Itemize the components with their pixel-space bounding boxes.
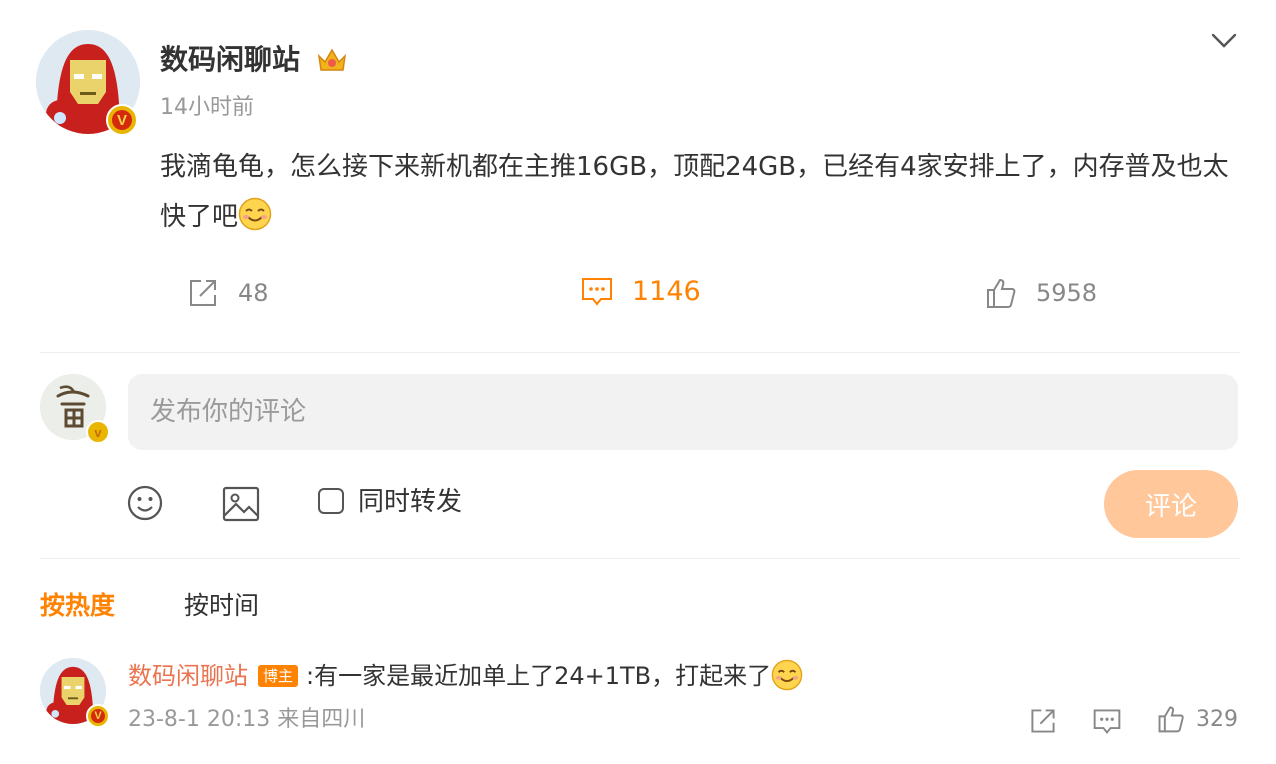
repost-icon <box>1031 709 1055 733</box>
tab-sort-time[interactable]: 按时间 <box>184 586 259 626</box>
post-text: 我滴龟龟，怎么接下来新机都在主推16GB，顶配24GB，已经有4家安排上了，内存… <box>160 152 1229 232</box>
comment-icon <box>582 278 612 306</box>
comment-author-name[interactable]: 数码闲聊站 <box>128 662 248 690</box>
comment-meta: 23-8-1 20:13 来自四川 <box>128 707 366 732</box>
post-author-name[interactable]: 数码闲聊站 <box>160 40 300 80</box>
like-icon <box>987 278 1016 308</box>
verified-v-badge: v <box>86 420 110 444</box>
post-content: 我滴龟龟，怎么接下来新机都在主推16GB，顶配24GB，已经有4家安排上了，内存… <box>160 142 1240 242</box>
like-icon <box>1158 706 1184 733</box>
image-icon <box>222 486 260 522</box>
repost-count: 48 <box>238 279 269 307</box>
comment-body: 数码闲聊站 博主 :有一家是最近加单上了24+1TB，打起来了 <box>128 656 803 696</box>
verified-v-badge: V <box>106 104 138 136</box>
comment-icon <box>1093 709 1121 735</box>
comment-like-count: 329 <box>1196 706 1238 732</box>
image-button[interactable] <box>222 486 260 522</box>
like-count: 5958 <box>1036 279 1098 307</box>
smile-emoji <box>771 659 803 691</box>
comment-action[interactable]: 1146 <box>580 274 701 308</box>
submit-comment-button[interactable]: 评论 <box>1104 470 1238 538</box>
emoji-button[interactable] <box>126 484 164 522</box>
tab-sort-hot[interactable]: 按热度 <box>40 586 115 626</box>
like-action[interactable]: 5958 <box>984 276 1097 310</box>
comment-text: :有一家是最近加单上了24+1TB，打起来了 <box>306 662 772 690</box>
divider <box>40 558 1240 559</box>
post-time: 14小时前 <box>160 95 254 120</box>
verified-v-badge: V <box>86 704 110 728</box>
author-tag: 博主 <box>258 665 299 687</box>
comment-reply-button[interactable] <box>1092 706 1122 736</box>
repost-checkbox[interactable] <box>318 488 344 514</box>
divider <box>40 352 1240 353</box>
repost-action[interactable]: 48 <box>186 276 269 310</box>
comment-input[interactable] <box>128 374 1238 450</box>
smile-emoji <box>238 197 272 231</box>
comment-repost-button[interactable] <box>1028 706 1058 736</box>
emoji-icon <box>127 485 163 521</box>
comment-count: 1146 <box>632 275 701 307</box>
repost-icon <box>190 280 216 306</box>
chevron-down-icon[interactable] <box>1208 24 1240 56</box>
repost-label[interactable]: 同时转发 <box>358 482 462 522</box>
crown-icon <box>316 44 348 76</box>
comment-like-button[interactable]: 329 <box>1156 704 1238 734</box>
